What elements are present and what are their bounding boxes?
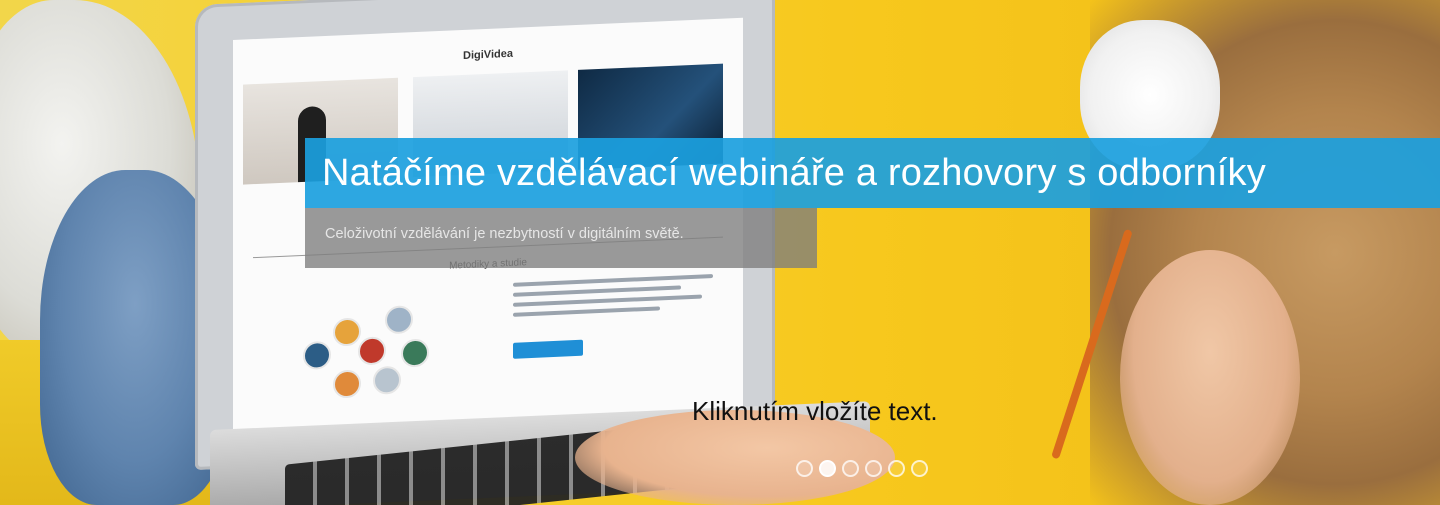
- background-girl-face: [1120, 250, 1300, 505]
- carousel-dots: [796, 460, 928, 480]
- avatar-icon: [373, 365, 401, 395]
- avatar-icon: [303, 340, 331, 370]
- avatar-icon: [358, 336, 386, 366]
- screen-button: [513, 339, 583, 359]
- hero-banner: DigiVidea Metodiky a studie Natáčíme vzd…: [0, 0, 1440, 505]
- banner-subline: Celoživotní vzdělávání je nezbytností v …: [325, 226, 684, 242]
- avatar-icon: [333, 317, 361, 347]
- carousel-dot[interactable]: [819, 460, 836, 477]
- carousel-dot[interactable]: [842, 460, 859, 477]
- avatar-icon: [385, 305, 413, 335]
- screen-avatars-graphic: [303, 295, 453, 402]
- avatar-icon: [333, 369, 361, 399]
- avatar-icon: [401, 338, 429, 368]
- carousel-dot[interactable]: [865, 460, 882, 477]
- banner-headline: Natáčíme vzdělávací webináře a rozhovory…: [322, 152, 1266, 194]
- screen-text-block: [513, 274, 723, 323]
- carousel-dot[interactable]: [888, 460, 905, 477]
- carousel-dot[interactable]: [796, 460, 813, 477]
- text-placeholder[interactable]: Kliknutím vložíte text.: [692, 396, 938, 427]
- carousel-dot[interactable]: [911, 460, 928, 477]
